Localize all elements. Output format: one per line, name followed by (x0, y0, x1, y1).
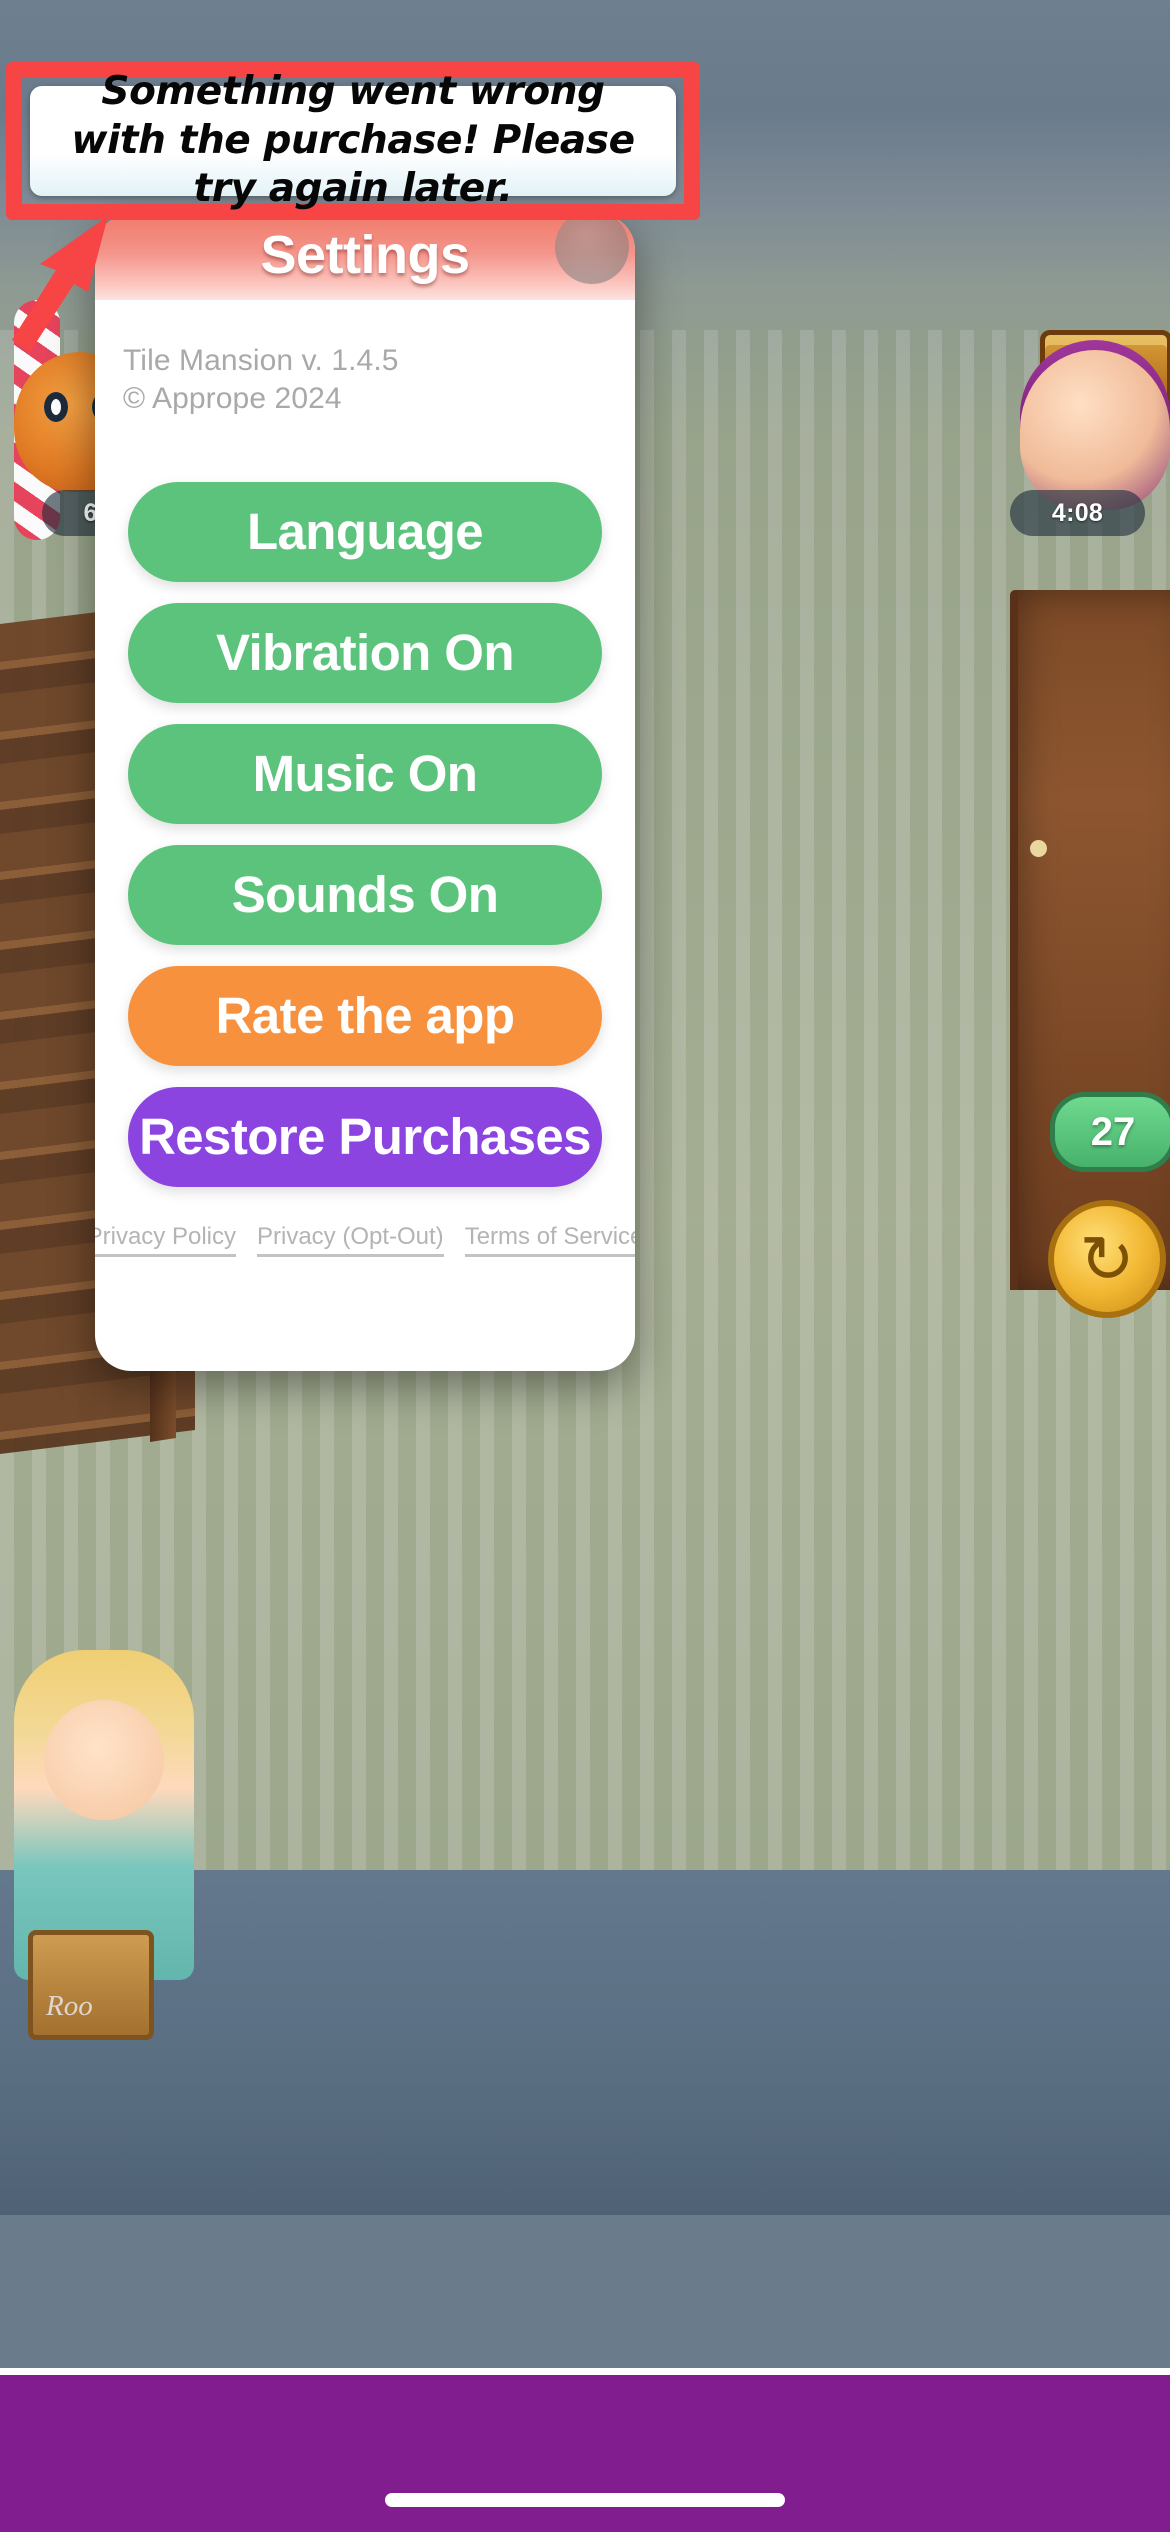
avatar-blonde-face (44, 1700, 164, 1820)
refresh-coin-icon[interactable] (1048, 1200, 1166, 1318)
error-toast-message: Something went wrong with the purchase! … (71, 68, 635, 212)
dialog-header: Settings (95, 214, 635, 300)
vibration-toggle-button[interactable]: Vibration On (128, 602, 602, 703)
room-label: Roo (46, 1990, 93, 2022)
version-info: Tile Mansion v. 1.4.5 © Apprope 2024 (95, 300, 635, 418)
rate-the-app-button[interactable]: Rate the app (128, 965, 602, 1066)
privacy-policy-link[interactable]: Privacy Policy (95, 1223, 236, 1257)
music-toggle-button[interactable]: Music On (128, 723, 602, 824)
timer-right-badge: 4:08 (1010, 490, 1145, 536)
system-bottom-bar (0, 2375, 1170, 2532)
avatar-bag-icon (28, 1930, 154, 2040)
sounds-toggle-button[interactable]: Sounds On (128, 844, 602, 945)
screen-divider (0, 2368, 1170, 2375)
home-indicator[interactable] (385, 2493, 785, 2507)
background-door (1010, 590, 1170, 1290)
avatar-girl[interactable] (1020, 350, 1170, 510)
restore-purchases-button[interactable]: Restore Purchases (128, 1086, 602, 1187)
privacy-opt-out-link[interactable]: Privacy (Opt-Out) (256, 1223, 444, 1257)
settings-button-list: Language Vibration On Music On Sounds On… (95, 481, 635, 1187)
background-door-knob (1030, 840, 1047, 857)
score-badge: 27 (1050, 1092, 1170, 1172)
settings-dialog: Settings Tile Mansion v. 1.4.5 © Apprope… (95, 214, 635, 1371)
terms-of-service-link[interactable]: Terms of Service (464, 1223, 635, 1257)
language-button[interactable]: Language (128, 481, 602, 582)
annotation-arrow-icon (12, 216, 108, 352)
app-version-label: Tile Mansion v. 1.4.5 (123, 344, 399, 377)
error-toast: Something went wrong with the purchase! … (30, 69, 676, 211)
legal-links: Privacy Policy Privacy (Opt-Out) Terms o… (95, 1223, 635, 1257)
close-icon[interactable] (555, 214, 629, 284)
game-screen: 6 d 4:08 27 Roo Settings Tile Mansion v.… (0, 0, 1170, 2532)
page-title: Settings (260, 225, 470, 285)
copyright-label: © Apprope 2024 (123, 381, 342, 415)
